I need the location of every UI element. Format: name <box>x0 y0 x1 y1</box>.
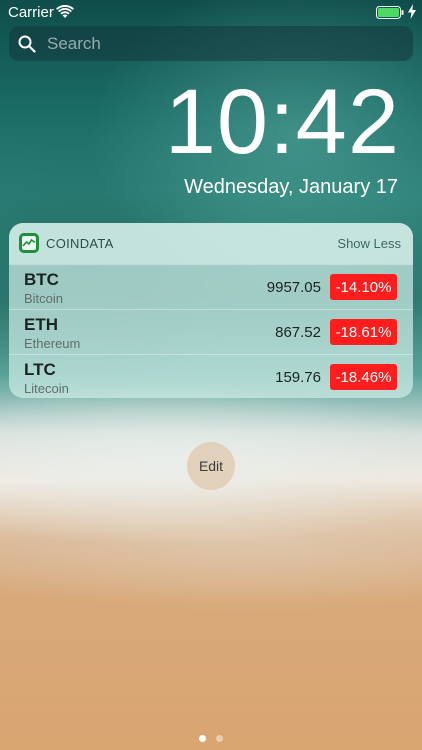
edit-widgets-button[interactable]: Edit <box>187 442 235 490</box>
wifi-icon <box>56 5 74 18</box>
coin-change-badge: -18.46% <box>330 364 397 390</box>
search-icon <box>18 35 36 53</box>
coin-name: Litecoin <box>24 381 69 396</box>
search-input[interactable]: Search <box>47 34 101 54</box>
widget-app-name: COINDATA <box>46 236 114 251</box>
coin-row-eth[interactable]: ETH Ethereum 867.52 -18.61% <box>9 309 413 354</box>
coin-price: 9957.05 <box>266 279 321 296</box>
clock-date: Wednesday, January 17 <box>184 176 398 198</box>
page-dot[interactable] <box>216 735 223 742</box>
coin-row-ltc[interactable]: LTC Litecoin 159.76 -18.46% <box>9 354 413 398</box>
widget-header: COINDATA Show Less <box>9 223 413 264</box>
coin-name: Ethereum <box>24 336 81 351</box>
coin-symbol: BTC <box>24 270 59 289</box>
show-less-button[interactable]: Show Less <box>337 236 401 251</box>
coin-change-badge: -14.10% <box>330 274 397 300</box>
clock-time: 10:42 <box>164 71 400 173</box>
coindata-widget: COINDATA Show Less BTC Bitcoin 9957.05 -… <box>9 223 413 398</box>
coin-row-btc[interactable]: BTC Bitcoin 9957.05 -14.10% <box>9 264 413 309</box>
battery-icon <box>376 6 404 19</box>
coin-name: Bitcoin <box>24 291 64 306</box>
search-bar[interactable]: Search <box>9 26 413 61</box>
chart-line-icon <box>19 233 39 253</box>
page-indicator[interactable] <box>0 735 422 745</box>
coin-price: 159.76 <box>275 369 321 386</box>
coin-price: 867.52 <box>275 324 321 341</box>
carrier-label: Carrier <box>8 4 54 21</box>
coin-change-badge: -18.61% <box>330 319 397 345</box>
charging-bolt-icon <box>408 4 416 19</box>
coin-symbol: LTC <box>24 360 56 379</box>
page-dot-current[interactable] <box>199 735 206 742</box>
status-bar: Carrier <box>0 0 422 26</box>
coin-symbol: ETH <box>24 315 58 334</box>
